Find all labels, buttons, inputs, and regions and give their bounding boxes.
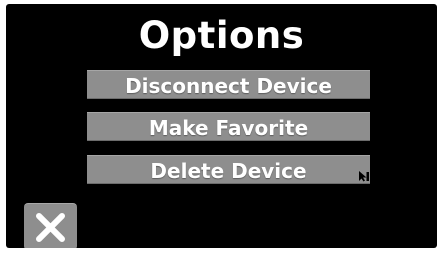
delete-device-button[interactable]: Delete Device [87,155,370,184]
page-title: Options [138,14,305,57]
disconnect-device-button[interactable]: Disconnect Device [87,70,370,99]
delete-device-label: Delete Device [150,159,307,183]
pointer-cursor-icon [358,170,370,182]
close-icon [36,213,65,242]
options-screen: Options Disconnect Device Make Favorite … [6,4,437,248]
close-button[interactable] [24,203,77,248]
make-favorite-button[interactable]: Make Favorite [87,112,370,141]
